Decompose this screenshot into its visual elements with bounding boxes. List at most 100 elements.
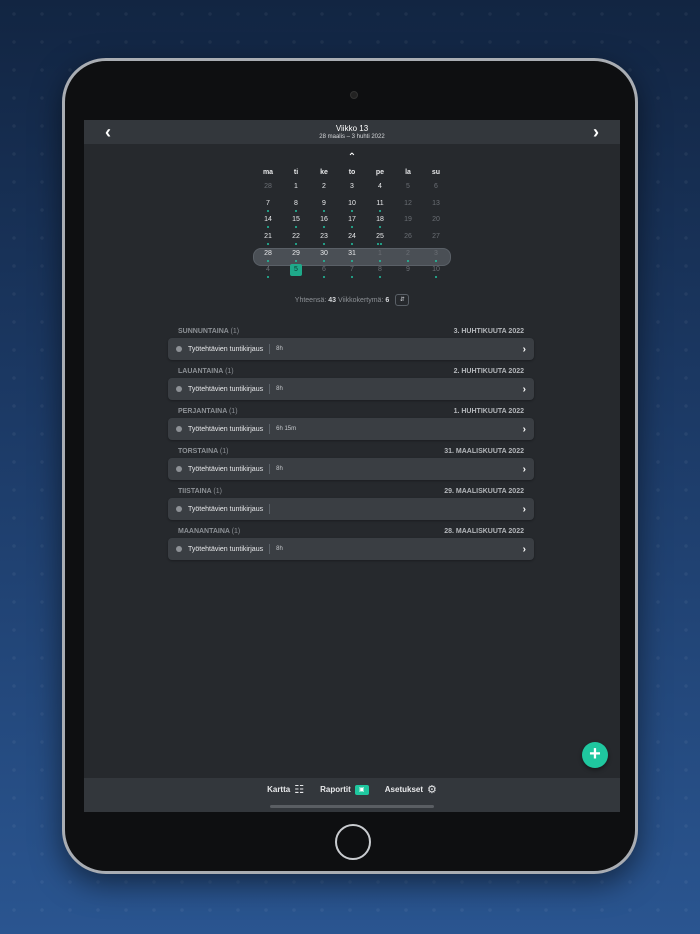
calendar-day[interactable]: 14 [254,213,282,230]
calendar-week-row[interactable]: 28 1 2 3 4 5 6 [254,180,450,197]
total-label: Yhteensä: [294,296,327,304]
calendar-day[interactable]: 10 [338,197,366,214]
calendar-day[interactable]: 1 [282,180,310,197]
calendar-day[interactable]: 28 [254,247,282,264]
day-number: 19 [404,216,412,224]
entry-dot-icon [295,243,297,246]
calendar-day[interactable]: 21 [254,230,282,247]
calendar-day[interactable]: 23 [310,230,338,247]
calendar-day[interactable]: 13 [422,197,450,214]
calendar-week-row[interactable]: 14 15 16 17 18 19 20 [254,213,450,230]
calendar-week-row[interactable]: 4 5 6 7 8 9 10 [254,263,450,280]
calendar-day[interactable]: 31 [338,247,366,264]
day-number: 6 [434,183,438,190]
entry-row[interactable]: Työtehtävien tuntikirjaus › [168,498,534,520]
calendar-day[interactable]: 26 [394,230,422,247]
entry-dot-icon [407,259,409,262]
calendar-day[interactable]: 3 [422,247,450,264]
home-button[interactable] [335,824,371,860]
weekday-name: MAANANTAINA [178,527,230,535]
day-date: 1. HUHTIKUUTA 2022 [453,407,524,415]
day-number: 7 [350,266,354,274]
entry-dot-icon [323,226,325,229]
day-date: 28. MAALISKUUTA 2022 [444,527,524,535]
chevron-up-icon[interactable]: ⌃ [343,152,361,164]
calendar-day[interactable]: 6 [422,180,450,197]
chevron-left-icon[interactable]: ‹ [96,122,120,142]
day-number: 23 [320,233,328,241]
entry-name: Työtehtävien tuntikirjaus [188,345,264,353]
calendar-day[interactable]: 5 [394,180,422,197]
weekday-name: TORSTAINA [178,447,218,455]
add-entry-button[interactable]: + [582,742,608,768]
calendar-day[interactable]: 15 [282,213,310,230]
weekday-label: la [405,169,411,176]
week-title: Viikko 13 [335,124,369,133]
calendar-day[interactable]: 8 [282,197,310,214]
calendar-day[interactable]: 10 [422,263,450,280]
gear-icon: ⚙ [427,784,437,796]
calendar-day[interactable]: 29 [282,247,310,264]
weekday-label: su [431,169,441,176]
clock-icon [176,426,182,432]
chevron-right-icon[interactable]: › [584,122,608,142]
calendar-day[interactable]: 9 [310,197,338,214]
calendar-day[interactable]: 30 [310,247,338,264]
calendar-day[interactable]: 1 [366,247,394,264]
home-indicator [270,805,434,808]
clock-icon [176,346,182,352]
calendar-day[interactable]: 3 [338,180,366,197]
day-number: 28 [264,249,272,257]
day-number: 14 [264,216,272,224]
selected-week-row[interactable]: 28 29 30 31 1 2 3 [253,247,451,266]
day-number: 28 [264,183,272,190]
sort-toggle-icon[interactable]: ⇵ [395,294,410,306]
weekday-header: ma ti ke to pe la su [254,166,450,180]
day-number: 25 [376,233,384,241]
calendar-week-row[interactable]: 7 8 9 10 11 12 13 [254,197,450,214]
entry-dot-icon [267,209,269,212]
week-total-value: 6 [385,296,390,304]
calendar-day[interactable]: 22 [282,230,310,247]
day-date: 2. HUHTIKUUTA 2022 [453,367,524,375]
entry-row[interactable]: Työtehtävien tuntikirjaus 6h 15m › [168,418,534,440]
tab-asetukset[interactable]: Asetukset ⚙ [385,783,437,796]
calendar-day[interactable]: 9 [394,263,422,280]
calendar-day[interactable]: 6 [310,263,338,280]
day-number: 26 [404,233,412,241]
divider [269,384,271,394]
tab-kartta[interactable]: Kartta ☷ [267,783,304,796]
calendar-day[interactable]: 12 [394,197,422,214]
calendar-day[interactable]: 25 [366,230,394,247]
entry-row[interactable]: Työtehtävien tuntikirjaus 8h › [168,338,534,360]
entry-row[interactable]: Työtehtävien tuntikirjaus 8h › [168,538,534,560]
calendar-day[interactable]: 18 [366,213,394,230]
entry-row[interactable]: Työtehtävien tuntikirjaus 8h › [168,458,534,480]
calendar-day[interactable]: 7 [254,197,282,214]
map-icon: ☷ [294,784,305,796]
calendar-day[interactable]: 4 [254,263,282,280]
calendar-day[interactable]: 8 [366,263,394,280]
entry-dot-icon [379,226,381,229]
day-number: 3 [434,249,438,257]
calendar-day[interactable]: 28 [254,180,282,197]
calendar-day[interactable]: 11 [366,197,394,214]
tab-raportit[interactable]: Raportit ▣ [320,783,369,796]
calendar-day[interactable]: 5 [282,263,310,280]
entry-dot-icon [351,243,353,246]
divider [269,424,271,434]
calendar-day[interactable]: 20 [422,213,450,230]
day-group: TORSTAINA (1) 31. MAALISKUUTA 2022 Työteht… [168,444,534,484]
calendar-day[interactable]: 4 [366,180,394,197]
calendar-day[interactable]: 17 [338,213,366,230]
calendar-day[interactable]: 24 [338,230,366,247]
calendar-day[interactable]: 27 [422,230,450,247]
calendar-day[interactable]: 16 [310,213,338,230]
calendar-day[interactable]: 2 [310,180,338,197]
calendar-day[interactable]: 2 [394,247,422,264]
calendar-day[interactable]: 7 [338,263,366,280]
weekday-label: ke [320,169,328,176]
calendar-week-row[interactable]: 21 22 23 24 25 26 27 [254,230,450,247]
entry-row[interactable]: Työtehtävien tuntikirjaus 8h › [168,378,534,400]
calendar-day[interactable]: 19 [394,213,422,230]
